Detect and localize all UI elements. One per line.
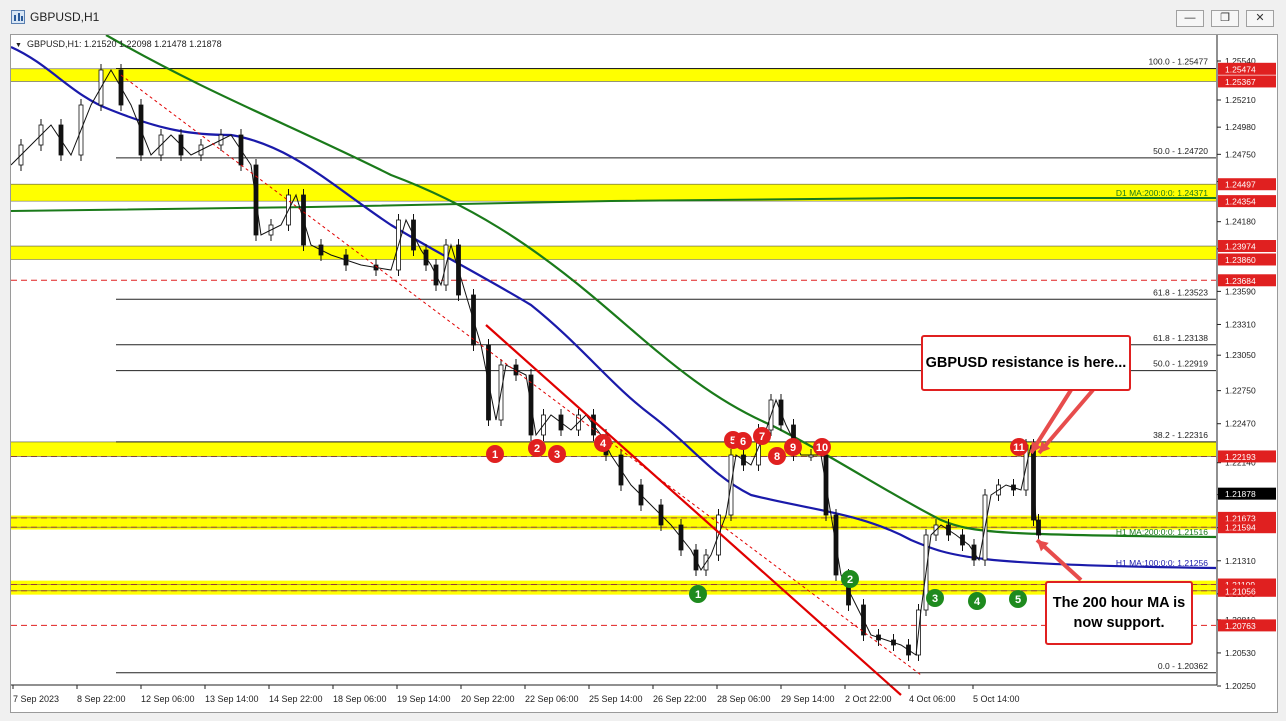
fib-level-label: 50.0 - 1.22919 xyxy=(1153,359,1208,369)
time-tick-label: 25 Sep 14:00 xyxy=(589,694,643,704)
fib-level-label: 50.0 - 1.24720 xyxy=(1153,146,1208,156)
support-callout: The 200 hour MA is now support. xyxy=(1045,581,1193,645)
ma-d1-200-label: D1 MA:200:0:0: 1.24371 xyxy=(1116,188,1208,198)
green-marker-label: 1 xyxy=(695,589,701,601)
time-tick-label: 8 Sep 22:00 xyxy=(77,694,126,704)
green-marker-label: 4 xyxy=(974,596,981,608)
red-marker-label: 6 xyxy=(740,436,746,448)
collapse-icon: ▼ xyxy=(15,42,22,49)
ma-h1-200-line xyxy=(106,35,1216,537)
time-tick-label: 4 Oct 06:00 xyxy=(909,694,956,704)
price-tick-label: 1.23050 xyxy=(1225,350,1256,360)
price-label-text: 1.22193 xyxy=(1225,452,1256,462)
time-tick-label: 5 Oct 14:00 xyxy=(973,694,1020,704)
red-marker-label: 8 xyxy=(774,451,780,463)
price-label-text: 1.24497 xyxy=(1225,180,1256,190)
time-tick-label: 20 Sep 22:00 xyxy=(461,694,515,704)
arrows xyxy=(1031,390,1093,580)
price-tick-label: 1.21310 xyxy=(1225,556,1256,566)
price-tick-label: 1.24180 xyxy=(1225,217,1256,227)
fib-level-label: 61.8 - 1.23523 xyxy=(1153,287,1208,297)
price-tick-label: 1.23310 xyxy=(1225,319,1256,329)
red-marker-label: 10 xyxy=(816,442,828,454)
price-label-text: 1.25474 xyxy=(1225,64,1256,74)
time-tick-label: 26 Sep 22:00 xyxy=(653,694,707,704)
red-marker-label: 1 xyxy=(492,449,498,461)
red-marker-label: 11 xyxy=(1013,442,1025,454)
restore-icon[interactable]: ❐ xyxy=(1211,10,1239,27)
time-tick-label: 22 Sep 06:00 xyxy=(525,694,579,704)
price-label-text: 1.21594 xyxy=(1225,523,1256,533)
price-label-text: 1.23684 xyxy=(1225,276,1256,286)
price-candles xyxy=(19,64,1041,661)
price-tick-label: 1.23590 xyxy=(1225,286,1256,296)
price-label-text: 1.23974 xyxy=(1225,242,1256,252)
support-resistance-zone xyxy=(11,581,1216,595)
time-tick-label: 18 Sep 06:00 xyxy=(333,694,387,704)
price-tick-label: 1.20530 xyxy=(1225,648,1256,658)
price-label-text: 1.23860 xyxy=(1225,255,1256,265)
price-tick-label: 1.20250 xyxy=(1225,681,1256,691)
current-price-label: 1.21878 xyxy=(1225,489,1256,499)
fib-level-label: 61.8 - 1.23138 xyxy=(1153,333,1208,343)
green-marker-label: 5 xyxy=(1015,594,1021,606)
price-label-text: 1.20763 xyxy=(1225,621,1256,631)
price-tick-label: 1.22750 xyxy=(1225,386,1256,396)
time-tick-label: 12 Sep 06:00 xyxy=(141,694,195,704)
chart-icon xyxy=(11,10,25,24)
fib-level-label: 38.2 - 1.22316 xyxy=(1153,430,1208,440)
close-icon[interactable]: ✕ xyxy=(1246,10,1274,27)
ohlc-readout: GBPUSD,H1: 1.21520 1.22098 1.21478 1.218… xyxy=(27,39,222,49)
time-tick-label: 28 Sep 06:00 xyxy=(717,694,771,704)
price-tick-label: 1.22470 xyxy=(1225,419,1256,429)
price-axis-bg xyxy=(1217,35,1278,713)
price-label-text: 1.25367 xyxy=(1225,77,1256,87)
minimize-icon[interactable]: — xyxy=(1176,10,1204,27)
window-title: GBPUSD,H1 xyxy=(30,10,99,24)
chart-area[interactable]: 100.0 - 1.25477 50.0 - 1.24720 61.8 - 1.23… xyxy=(10,34,1278,713)
title-bar[interactable]: GBPUSD,H1 — ❐ ✕ xyxy=(0,0,1286,34)
support-resistance-zone xyxy=(11,246,1216,259)
price-tick-label: 1.24980 xyxy=(1225,122,1256,132)
price-label-text: 1.24354 xyxy=(1225,197,1256,207)
red-marker-label: 4 xyxy=(600,438,607,450)
time-tick-label: 19 Sep 14:00 xyxy=(397,694,451,704)
price-tick-label: 1.25210 xyxy=(1225,95,1256,105)
price-label-text: 1.21056 xyxy=(1225,586,1256,596)
time-tick-label: 7 Sep 2023 xyxy=(13,694,59,704)
red-marker-label: 2 xyxy=(534,443,540,455)
red-marker-label: 3 xyxy=(554,449,560,461)
fib-level-label: 0.0 - 1.20362 xyxy=(1158,661,1208,671)
ma-h1-100-label: H1 MA:100:0:0: 1.21256 xyxy=(1116,558,1208,568)
red-marker-label: 7 xyxy=(759,431,765,443)
green-marker-label: 2 xyxy=(847,574,853,586)
time-tick-label: 2 Oct 22:00 xyxy=(845,694,892,704)
time-tick-label: 29 Sep 14:00 xyxy=(781,694,835,704)
time-tick-label: 14 Sep 22:00 xyxy=(269,694,323,704)
green-marker-label: 3 xyxy=(932,593,938,605)
time-tick-label: 13 Sep 14:00 xyxy=(205,694,259,704)
chart-window: GBPUSD,H1 — ❐ ✕ 100.0 - 1.2547750.0 - 1.… xyxy=(0,0,1286,721)
resistance-callout: GBPUSD resistance is here... xyxy=(921,335,1131,391)
fib-level-label: 100.0 - 1.25477 xyxy=(1148,56,1208,66)
red-marker-label: 9 xyxy=(790,442,796,454)
price-tick-label: 1.24750 xyxy=(1225,149,1256,159)
ma-h1-200-label: H1 MA:200:0:0: 1.21516 xyxy=(1116,527,1208,537)
